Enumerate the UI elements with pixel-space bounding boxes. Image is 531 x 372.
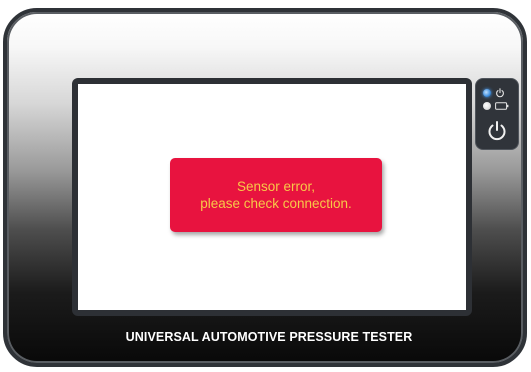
control-panel — [475, 78, 519, 150]
error-message-box: Sensor error, please check connection. — [170, 158, 382, 232]
device-label: UNIVERSAL AUTOMOTIVE PRESSURE TESTER — [125, 330, 413, 344]
battery-led-indicator — [483, 102, 491, 110]
battery-icon — [495, 102, 509, 110]
display-screen: Sensor error, please check connection. — [78, 84, 466, 310]
error-message-line-2: please check connection. — [200, 196, 352, 211]
power-icon — [495, 88, 505, 98]
error-message-line-1: Sensor error, — [236, 179, 316, 194]
power-icon — [486, 120, 508, 142]
pressure-tester-device: Sensor error, please check connection. U… — [3, 8, 527, 367]
battery-indicator-row — [483, 102, 509, 110]
screen-bezel: Sensor error, please check connection. — [72, 78, 472, 316]
power-led-indicator — [483, 89, 491, 97]
power-indicator-row — [483, 88, 505, 98]
power-button[interactable] — [486, 120, 508, 142]
